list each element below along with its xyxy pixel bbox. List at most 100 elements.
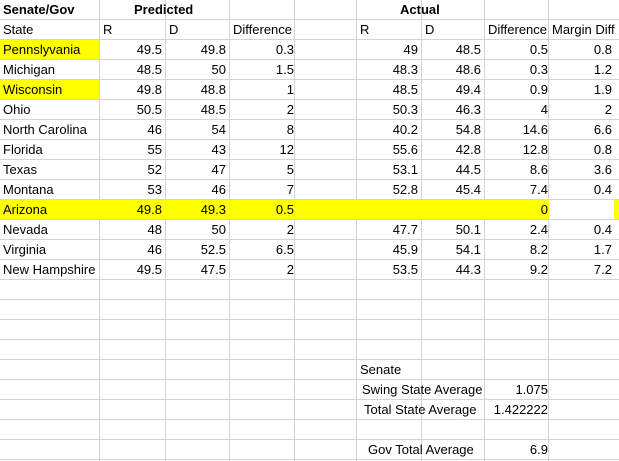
actual-d-cell[interactable]: 45.4 — [422, 180, 485, 200]
actual-difference-cell[interactable]: 0.5 — [485, 40, 552, 60]
predicted-r-cell[interactable]: 50.5 — [100, 100, 166, 120]
predicted-r-cell[interactable]: 49.8 — [100, 200, 166, 220]
column-header-predicted-d[interactable]: D — [166, 20, 230, 40]
actual-r-cell[interactable]: 47.7 — [357, 220, 422, 240]
predicted-difference-cell[interactable]: 12 — [230, 140, 298, 160]
state-cell[interactable]: Texas — [0, 160, 100, 180]
state-cell[interactable]: Michigan — [0, 60, 100, 80]
margin-diff-cell[interactable] — [549, 200, 616, 220]
predicted-difference-cell[interactable]: 5 — [230, 160, 298, 180]
predicted-d-cell[interactable]: 43 — [166, 140, 230, 160]
actual-d-cell[interactable]: 48.5 — [422, 40, 485, 60]
column-header-margin-diff[interactable]: Margin Diff — [549, 20, 619, 40]
summary-senate-label[interactable]: Senate — [357, 360, 477, 380]
actual-d-cell[interactable]: 54.1 — [422, 240, 485, 260]
predicted-r-cell[interactable]: 49.8 — [100, 80, 166, 100]
actual-d-cell[interactable] — [422, 200, 485, 220]
actual-r-cell[interactable]: 48.5 — [357, 80, 422, 100]
margin-diff-cell[interactable]: 7.2 — [549, 260, 616, 280]
state-cell[interactable]: North Carolina — [0, 120, 100, 140]
summary-total-value[interactable]: 1.422222 — [485, 400, 552, 420]
margin-diff-cell[interactable]: 1.2 — [549, 60, 616, 80]
predicted-difference-cell[interactable]: 2 — [230, 260, 298, 280]
predicted-r-cell[interactable]: 48.5 — [100, 60, 166, 80]
actual-r-cell[interactable]: 48.3 — [357, 60, 422, 80]
actual-r-cell[interactable]: 49 — [357, 40, 422, 60]
predicted-difference-cell[interactable]: 1 — [230, 80, 298, 100]
actual-difference-cell[interactable]: 7.4 — [485, 180, 552, 200]
predicted-d-cell[interactable]: 54 — [166, 120, 230, 140]
state-cell[interactable]: Arizona — [0, 200, 100, 220]
actual-r-cell[interactable]: 50.3 — [357, 100, 422, 120]
predicted-group-header[interactable]: Predicted — [134, 0, 234, 20]
summary-swing-label[interactable]: Swing State Average — [362, 380, 488, 400]
margin-diff-cell[interactable]: 0.8 — [549, 40, 616, 60]
state-cell[interactable]: Florida — [0, 140, 100, 160]
actual-d-cell[interactable]: 44.3 — [422, 260, 485, 280]
column-header-predicted-r[interactable]: R — [100, 20, 166, 40]
actual-d-cell[interactable]: 48.6 — [422, 60, 485, 80]
predicted-d-cell[interactable]: 49.3 — [166, 200, 230, 220]
predicted-difference-cell[interactable]: 1.5 — [230, 60, 298, 80]
state-cell[interactable]: Wisconsin — [0, 80, 100, 100]
summary-gov-label[interactable]: Gov Total Average — [368, 440, 488, 460]
predicted-d-cell[interactable]: 48.5 — [166, 100, 230, 120]
predicted-d-cell[interactable]: 48.8 — [166, 80, 230, 100]
actual-d-cell[interactable]: 54.8 — [422, 120, 485, 140]
margin-diff-cell[interactable]: 6.6 — [549, 120, 616, 140]
column-header-actual-r[interactable]: R — [357, 20, 422, 40]
state-cell[interactable]: Pennslyvania — [0, 40, 100, 60]
predicted-difference-cell[interactable]: 2 — [230, 100, 298, 120]
predicted-difference-cell[interactable]: 7 — [230, 180, 298, 200]
actual-d-cell[interactable]: 49.4 — [422, 80, 485, 100]
predicted-difference-cell[interactable]: 2 — [230, 220, 298, 240]
actual-r-cell[interactable]: 52.8 — [357, 180, 422, 200]
actual-difference-cell[interactable]: 9.2 — [485, 260, 552, 280]
predicted-r-cell[interactable]: 53 — [100, 180, 166, 200]
summary-swing-value[interactable]: 1.075 — [485, 380, 552, 400]
spreadsheet-grid[interactable]: Senate/Gov Predicted Actual State R D Di… — [0, 0, 619, 461]
predicted-r-cell[interactable]: 46 — [100, 240, 166, 260]
actual-group-header[interactable]: Actual — [400, 0, 480, 20]
predicted-difference-cell[interactable]: 6.5 — [230, 240, 298, 260]
actual-d-cell[interactable]: 50.1 — [422, 220, 485, 240]
margin-diff-cell[interactable]: 3.6 — [549, 160, 616, 180]
actual-difference-cell[interactable]: 2.4 — [485, 220, 552, 240]
actual-r-cell[interactable]: 53.5 — [357, 260, 422, 280]
actual-difference-cell[interactable]: 4 — [485, 100, 552, 120]
predicted-r-cell[interactable]: 52 — [100, 160, 166, 180]
margin-diff-cell[interactable]: 1.9 — [549, 80, 616, 100]
margin-diff-cell[interactable]: 2 — [549, 100, 616, 120]
predicted-r-cell[interactable]: 55 — [100, 140, 166, 160]
margin-diff-cell[interactable]: 0.8 — [549, 140, 616, 160]
predicted-d-cell[interactable]: 50 — [166, 220, 230, 240]
predicted-r-cell[interactable]: 49.5 — [100, 260, 166, 280]
actual-difference-cell[interactable]: 14.6 — [485, 120, 552, 140]
predicted-d-cell[interactable]: 47 — [166, 160, 230, 180]
predicted-difference-cell[interactable]: 0.3 — [230, 40, 298, 60]
margin-diff-cell[interactable]: 0.4 — [549, 180, 616, 200]
actual-r-cell[interactable] — [357, 200, 422, 220]
predicted-d-cell[interactable]: 50 — [166, 60, 230, 80]
predicted-d-cell[interactable]: 52.5 — [166, 240, 230, 260]
margin-diff-cell[interactable]: 1.7 — [549, 240, 616, 260]
margin-diff-cell[interactable]: 0.4 — [549, 220, 616, 240]
actual-d-cell[interactable]: 42.8 — [422, 140, 485, 160]
column-header-state[interactable]: State — [0, 20, 100, 40]
actual-difference-cell[interactable]: 12.8 — [485, 140, 552, 160]
actual-difference-cell[interactable]: 8.6 — [485, 160, 552, 180]
actual-r-cell[interactable]: 45.9 — [357, 240, 422, 260]
state-cell[interactable]: Montana — [0, 180, 100, 200]
actual-difference-cell[interactable]: 0 — [485, 200, 552, 220]
actual-r-cell[interactable]: 40.2 — [357, 120, 422, 140]
column-header-actual-difference[interactable]: Difference — [485, 20, 552, 40]
summary-total-label[interactable]: Total State Average — [364, 400, 490, 420]
state-cell[interactable]: New Hampshire — [0, 260, 100, 280]
state-cell[interactable]: Nevada — [0, 220, 100, 240]
actual-d-cell[interactable]: 46.3 — [422, 100, 485, 120]
column-header-predicted-difference[interactable]: Difference — [230, 20, 298, 40]
actual-difference-cell[interactable]: 8.2 — [485, 240, 552, 260]
actual-difference-cell[interactable]: 0.3 — [485, 60, 552, 80]
actual-difference-cell[interactable]: 0.9 — [485, 80, 552, 100]
actual-r-cell[interactable]: 53.1 — [357, 160, 422, 180]
